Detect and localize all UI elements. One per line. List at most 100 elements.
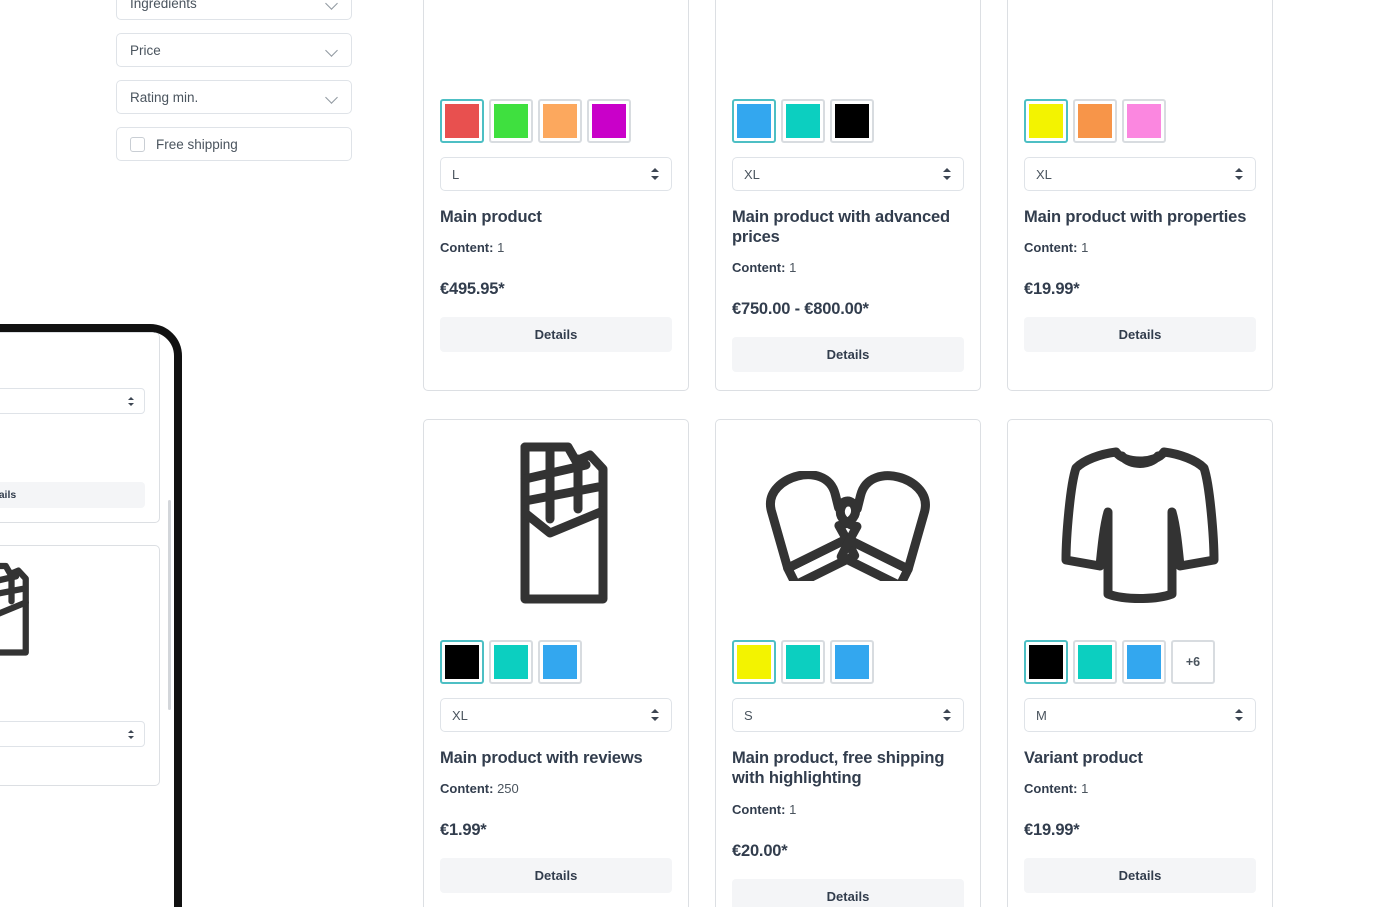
filter-free-shipping[interactable]: Free shipping [116, 127, 352, 161]
product-price: €750.00 - €800.00* [732, 300, 869, 319]
product-price: €19.99* [1024, 280, 1080, 299]
select-arrows-icon [943, 167, 952, 181]
content-label: Content: [1024, 240, 1078, 256]
mobile-product-card[interactable]: ct with reviews [0, 545, 160, 786]
filter-label: Price [130, 42, 161, 58]
product-card[interactable]: XL Main product with reviews Content: 25… [423, 419, 689, 907]
filter-label: Free shipping [156, 136, 238, 152]
size-select[interactable] [0, 721, 145, 747]
size-select[interactable]: XL [440, 698, 672, 733]
product-image [0, 546, 145, 666]
size-select[interactable]: L [440, 157, 672, 191]
details-button[interactable]: Details [1024, 317, 1256, 353]
swatch-fill [1078, 104, 1112, 138]
product-title: Main product with advanced prices [732, 208, 950, 247]
color-swatch[interactable] [1024, 99, 1068, 143]
product-title: Variant product [1024, 749, 1143, 768]
size-select[interactable]: XL [732, 157, 964, 191]
details-button[interactable]: Details [440, 317, 672, 353]
chevron-down-icon [327, 92, 338, 103]
product-card[interactable]: S Main product, free shipping with highl… [715, 419, 981, 907]
color-swatch[interactable] [1073, 640, 1117, 685]
select-arrows-icon [128, 729, 135, 740]
product-content: Content: 1 [440, 240, 672, 255]
free-shipping-checkbox[interactable] [130, 136, 145, 152]
chevron-down-icon [327, 0, 338, 9]
size-select-value: XL [744, 166, 760, 182]
details-button[interactable]: Details [732, 878, 964, 907]
color-swatch[interactable] [830, 640, 874, 685]
filter-rating-min[interactable]: Rating min. [116, 80, 352, 114]
size-select-value: M [1036, 707, 1047, 723]
color-swatch[interactable] [587, 99, 631, 143]
content-label: Content: [440, 781, 494, 797]
chevron-down-icon [327, 45, 338, 56]
product-title: ct with reviews [0, 759, 145, 771]
product-title: ct with properties [0, 426, 145, 438]
swatch-fill [1078, 645, 1112, 680]
swatch-fill [445, 645, 479, 680]
more-colors-button[interactable]: +6 [1171, 640, 1215, 685]
filter-price[interactable]: Price [116, 33, 352, 67]
color-swatch[interactable] [538, 99, 582, 143]
color-swatch[interactable] [489, 99, 533, 143]
product-card[interactable]: XL Main product with advanced prices Con… [715, 0, 981, 392]
color-swatch-list [440, 640, 672, 685]
size-select[interactable] [0, 388, 145, 414]
swatch-fill [1029, 645, 1063, 680]
product-image [440, 428, 672, 624]
color-swatch[interactable] [538, 640, 582, 685]
mobile-product-card[interactable]: ct with properties Details [0, 332, 160, 523]
color-swatch[interactable] [1122, 640, 1166, 685]
page-root: Ingredients Price Rating min. Free shipp… [0, 0, 1392, 907]
size-select[interactable]: XL [1024, 157, 1256, 191]
color-swatch[interactable] [1122, 99, 1166, 143]
product-price: €495.95* [440, 280, 505, 299]
swatch-fill [543, 104, 577, 138]
color-swatch[interactable] [1073, 99, 1117, 143]
size-select[interactable]: M [1024, 698, 1256, 733]
product-card[interactable]: XL Main product with properties Content:… [1007, 0, 1273, 392]
mobile-viewport: ct with properties Details [0, 332, 174, 907]
details-button[interactable]: Details [732, 337, 964, 373]
content-label: Content: [440, 240, 494, 256]
mobile-device-frame: ct with properties Details [0, 324, 182, 907]
swatch-fill [1127, 645, 1161, 680]
size-select-value: S [744, 707, 753, 723]
color-swatch[interactable] [732, 99, 776, 143]
filter-sidebar: Ingredients Price Rating min. Free shipp… [116, 0, 352, 174]
product-row: XL Main product with reviews Content: 25… [423, 419, 1283, 907]
swatch-fill [1127, 104, 1161, 138]
product-card[interactable]: L Main product Content: 1 €495.95* Detai… [423, 0, 689, 392]
size-select[interactable]: S [732, 698, 964, 733]
product-card[interactable]: +6 M Variant product Content: 1 €19.99* … [1007, 419, 1273, 907]
product-row: L Main product Content: 1 €495.95* Detai… [423, 0, 1283, 392]
details-button[interactable]: Details [440, 858, 672, 894]
swatch-fill [592, 104, 626, 138]
color-swatch[interactable] [440, 640, 484, 685]
color-swatch[interactable] [830, 99, 874, 143]
details-button[interactable]: Details [0, 482, 145, 508]
mobile-scrollbar[interactable] [168, 500, 171, 710]
color-swatch[interactable] [1024, 640, 1068, 685]
swatch-fill [737, 104, 771, 138]
details-button[interactable]: Details [1024, 858, 1256, 894]
mittens-icon [765, 471, 930, 582]
product-title: Main product, free shipping with highlig… [732, 749, 945, 788]
sweater-icon [1061, 447, 1219, 604]
size-select-value: L [452, 166, 460, 182]
color-swatch[interactable] [732, 640, 776, 685]
color-swatch[interactable] [440, 99, 484, 143]
content-value: 1 [789, 260, 797, 276]
select-arrows-icon [1235, 708, 1244, 722]
swatch-fill [1029, 104, 1063, 138]
color-swatch[interactable] [781, 99, 825, 143]
content-label: Content: [1024, 781, 1078, 797]
product-title: Main product with reviews [440, 749, 643, 768]
filter-ingredients[interactable]: Ingredients [116, 0, 352, 20]
content-value: 1 [1081, 781, 1089, 797]
product-grid: L Main product Content: 1 €495.95* Detai… [423, 0, 1283, 907]
color-swatch[interactable] [489, 640, 533, 685]
color-swatch-list: +6 [1024, 640, 1256, 685]
color-swatch[interactable] [781, 640, 825, 685]
